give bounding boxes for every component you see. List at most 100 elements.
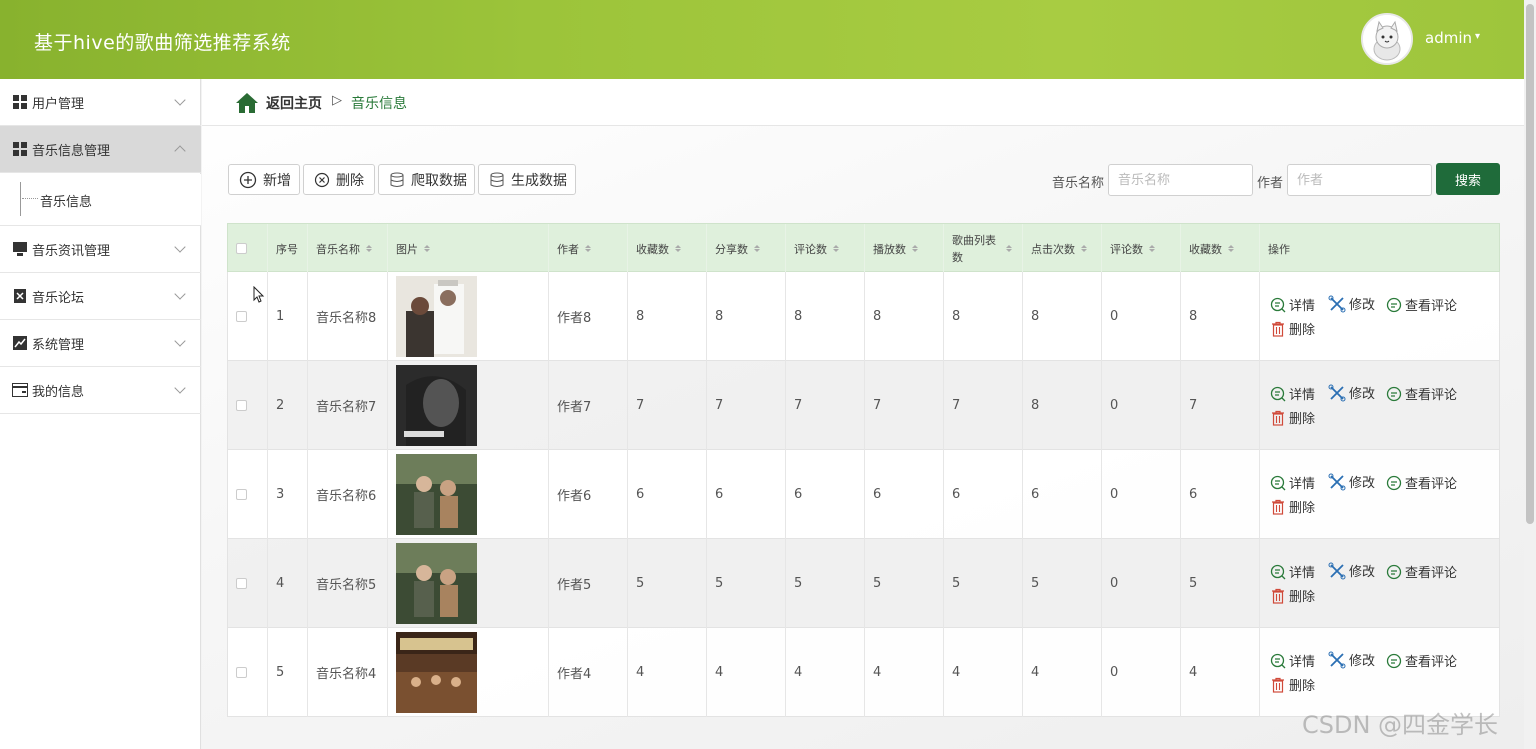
delete-button[interactable]: 删除 [303, 164, 375, 195]
cell-fav2: 4 [1181, 628, 1260, 717]
col-header[interactable]: 歌曲列表数 [944, 224, 1023, 273]
row-checkbox[interactable] [236, 578, 247, 589]
edit-button[interactable]: 修改 [1328, 294, 1375, 313]
row-checkbox[interactable] [236, 311, 247, 322]
view-comments-button[interactable]: 查看评论 [1386, 473, 1457, 492]
main-content: 返回主页 ▷ 音乐信息 新增 删除 爬取数据 生成数据 音乐名称 作者 搜索 序… [202, 79, 1524, 749]
row-checkbox[interactable] [236, 400, 247, 411]
generate-data-button[interactable]: 生成数据 [478, 164, 576, 195]
app-title: 基于hive的歌曲筛选推荐系统 [34, 32, 291, 54]
chevron-down-icon [174, 288, 186, 300]
sidebar-item-music-news-management[interactable]: 音乐资讯管理 [0, 226, 201, 273]
crawl-data-button[interactable]: 爬取数据 [378, 164, 475, 195]
col-header[interactable]: 收藏数 [1181, 224, 1260, 273]
detail-icon [1270, 475, 1286, 490]
col-header[interactable]: 评论数 [1102, 224, 1181, 273]
edit-tools-icon [1328, 651, 1346, 668]
detail-icon [1270, 564, 1286, 579]
detail-button[interactable]: 详情 [1270, 562, 1315, 581]
sidebar-subitem-music-info[interactable]: 音乐信息 [0, 174, 201, 226]
cell-idx: 4 [268, 539, 308, 628]
row-actions: 详情 修改 查看评论删除 [1258, 450, 1501, 539]
cell-playlist: 5 [944, 539, 1023, 628]
table-row: 4 音乐名称5 作者5 5 5 5 5 5 5 0 5 详情 修改 查看评论 删除 [227, 539, 1500, 628]
view-comments-button[interactable]: 查看评论 [1386, 651, 1457, 670]
col-header[interactable]: 分享数 [707, 224, 786, 273]
trash-icon [1272, 410, 1284, 426]
cell-play: 6 [865, 450, 944, 539]
edit-button[interactable]: 修改 [1328, 472, 1375, 491]
col-header[interactable]: 播放数 [865, 224, 944, 273]
detail-button[interactable]: 详情 [1270, 384, 1315, 403]
sidebar-item-user-management[interactable]: 用户管理 [0, 79, 201, 126]
edit-tools-icon [1328, 473, 1346, 490]
chevron-down-icon[interactable]: ▾ [1475, 31, 1480, 42]
sidebar-item-my-info[interactable]: 我的信息 [0, 367, 201, 414]
cell-author: 作者4 [549, 628, 628, 717]
edit-button[interactable]: 修改 [1328, 561, 1375, 580]
chevron-down-icon [174, 241, 186, 253]
table-row: 1 音乐名称8 作者8 8 8 8 8 8 8 0 8 详情 修改 查看评论 删除 [227, 272, 1500, 361]
album-cover-image [396, 454, 477, 535]
cell-name: 音乐名称6 [308, 450, 388, 539]
detail-button[interactable]: 详情 [1270, 473, 1315, 492]
cell-clicks: 4 [1023, 628, 1102, 717]
cell-comment2: 0 [1102, 361, 1181, 450]
card-icon [12, 383, 28, 397]
cell-play: 7 [865, 361, 944, 450]
cell-idx: 2 [268, 361, 308, 450]
view-comments-button[interactable]: 查看评论 [1386, 295, 1457, 314]
col-header[interactable]: 音乐名称 [308, 224, 388, 273]
edit-button[interactable]: 修改 [1328, 650, 1375, 669]
sidebar-item-label: 音乐论坛 [32, 290, 85, 306]
sidebar-item-music-info-management[interactable]: 音乐信息管理 [0, 126, 201, 173]
close-circle-icon [314, 172, 330, 187]
cell-fav: 5 [628, 539, 707, 628]
row-delete-button[interactable]: 删除 [1270, 408, 1315, 427]
row-checkbox[interactable] [236, 667, 247, 678]
author-input[interactable] [1287, 164, 1432, 196]
sidebar: 用户管理 音乐信息管理 音乐信息 音乐资讯管理 音乐论坛 系统管理 我的信息 [0, 79, 201, 749]
col-header: 序号 [268, 224, 308, 273]
user-menu[interactable]: admin [1425, 29, 1472, 47]
edit-button[interactable]: 修改 [1328, 383, 1375, 402]
col-header[interactable]: 作者 [549, 224, 628, 273]
home-icon[interactable] [235, 92, 259, 114]
view-comments-button[interactable]: 查看评论 [1386, 562, 1457, 581]
detail-icon [1270, 386, 1286, 401]
detail-button[interactable]: 详情 [1270, 651, 1315, 670]
cell-fav2: 6 [1181, 450, 1260, 539]
breadcrumb-home-link[interactable]: 返回主页 [266, 93, 322, 113]
sidebar-item-label: 系统管理 [32, 337, 85, 353]
sidebar-item-system-management[interactable]: 系统管理 [0, 320, 201, 367]
sort-icon [1228, 245, 1234, 252]
row-delete-button[interactable]: 删除 [1270, 586, 1315, 605]
detail-icon [1270, 653, 1286, 668]
page-scrollbar[interactable] [1524, 0, 1536, 749]
scrollbar-thumb[interactable] [1526, 4, 1534, 524]
col-header[interactable]: 点击次数 [1023, 224, 1102, 273]
search-button[interactable]: 搜索 [1436, 163, 1500, 195]
cell-name: 音乐名称5 [308, 539, 388, 628]
detail-button[interactable]: 详情 [1270, 295, 1315, 314]
col-header[interactable]: 收藏数 [628, 224, 707, 273]
watermark: CSDN @四金学长 [1302, 711, 1499, 739]
avatar[interactable] [1361, 13, 1413, 65]
comment-view-icon [1386, 386, 1402, 401]
col-header[interactable]: 评论数 [786, 224, 865, 273]
cell-author: 作者8 [549, 272, 628, 361]
table-row: 5 音乐名称4 作者4 4 4 4 4 4 4 0 4 详情 修改 查看评论 删除 [227, 628, 1500, 717]
view-comments-button[interactable]: 查看评论 [1386, 384, 1457, 403]
sort-icon [1149, 245, 1155, 252]
select-all-checkbox[interactable] [236, 243, 247, 254]
row-delete-button[interactable]: 删除 [1270, 319, 1315, 338]
edit-tools-icon [1328, 295, 1346, 312]
row-checkbox[interactable] [236, 489, 247, 500]
row-delete-button[interactable]: 删除 [1270, 675, 1315, 694]
col-header[interactable]: 图片 [388, 224, 549, 273]
sidebar-item-music-forum[interactable]: 音乐论坛 [0, 273, 201, 320]
sort-icon [424, 245, 430, 252]
row-delete-button[interactable]: 删除 [1270, 497, 1315, 516]
add-button[interactable]: 新增 [228, 164, 300, 195]
music-name-input[interactable] [1108, 164, 1253, 196]
